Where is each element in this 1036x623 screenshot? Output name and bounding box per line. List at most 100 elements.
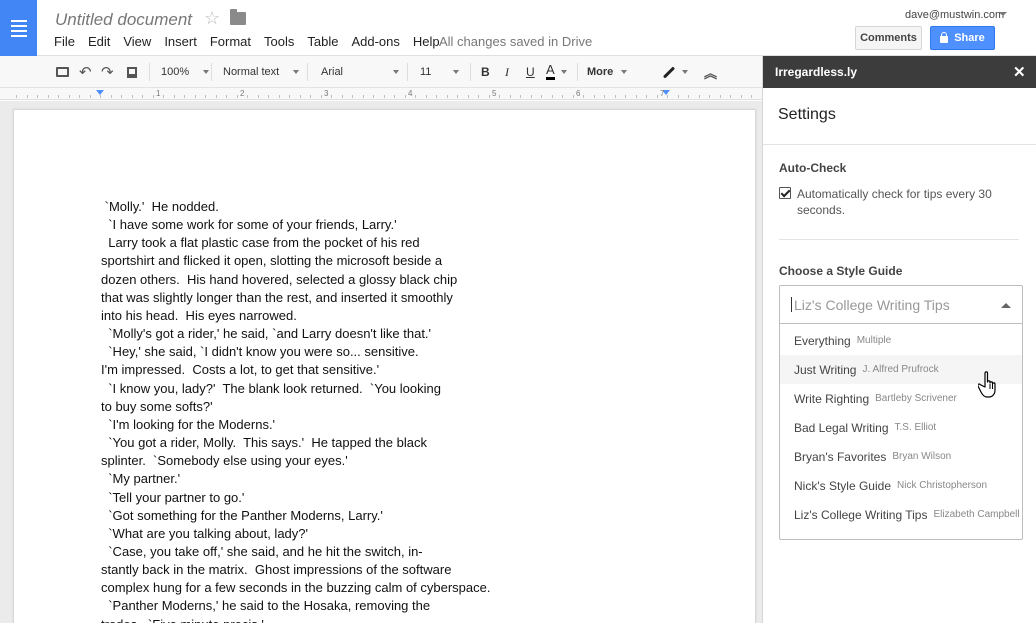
document-line[interactable]: complex hung for a few seconds in the bu…	[101, 579, 491, 597]
document-line[interactable]: splinter. `Somebody else using your eyes…	[101, 452, 491, 470]
collapse-toolbar-button[interactable]: ︽	[704, 56, 717, 88]
ruler[interactable]: 1 2 3 4 5 6 7	[0, 88, 762, 100]
ruler-number: 2	[240, 89, 245, 98]
paint-format-button[interactable]	[127, 56, 137, 88]
style-guide-select[interactable]: Liz's College Writing Tips	[779, 285, 1023, 323]
document-canvas[interactable]: `Molly.' He nodded. `I have some work fo…	[0, 101, 762, 623]
ruler-tick	[426, 95, 427, 98]
zoom-select[interactable]: 100%	[161, 56, 210, 88]
document-line[interactable]: that was slightly longer than the rest, …	[101, 289, 491, 307]
document-line[interactable]: `I have some work for some of your frien…	[101, 216, 491, 234]
style-guide-option-bryans-favorites[interactable]: Bryan's Favorites Bryan Wilson	[780, 442, 1022, 471]
document-line[interactable]: `You got a rider, Molly. This says.' He …	[101, 434, 491, 452]
ruler-tick	[667, 95, 668, 98]
chevron-down-icon[interactable]	[999, 12, 1007, 16]
pen-icon	[662, 65, 676, 79]
option-author: Elizabeth Campbell	[933, 509, 1020, 520]
redo-button[interactable]: ↷	[101, 56, 114, 88]
document-line[interactable]: sportshirt and flicked it open, slotting…	[101, 252, 491, 270]
document-line[interactable]: `Molly.' He nodded.	[101, 198, 491, 216]
editing-mode-button[interactable]	[662, 56, 688, 88]
redo-icon: ↷	[101, 64, 114, 81]
menu-edit[interactable]: Edit	[88, 34, 110, 49]
document-line[interactable]: `I'm looking for the Moderns.'	[101, 416, 491, 434]
more-button[interactable]: More	[587, 56, 628, 88]
document-line[interactable]: Larry took a flat plastic case from the …	[101, 234, 491, 252]
document-line[interactable]: `Hey,' she said, `I didn't know you were…	[101, 343, 491, 361]
undo-button[interactable]: ↶	[79, 56, 92, 88]
ruler-tick	[163, 95, 164, 98]
document-line[interactable]: I'm impressed. Costs a lot, to get that …	[101, 361, 491, 379]
font-size-value: 11	[420, 66, 432, 78]
text-color-button[interactable]: A	[546, 56, 567, 88]
ruler-tick	[646, 95, 647, 98]
document-body[interactable]: `Molly.' He nodded. `I have some work fo…	[101, 198, 491, 623]
share-button[interactable]: Share	[930, 26, 995, 50]
document-line[interactable]: trodes. `Five minute precis.'	[101, 616, 491, 623]
ruler-tick	[384, 95, 385, 98]
document-title[interactable]: Untitled document	[55, 10, 192, 30]
ruler-tick	[48, 95, 49, 98]
document-line[interactable]: to buy some softs?'	[101, 398, 491, 416]
ruler-tick	[720, 95, 721, 98]
autocheck-description[interactable]: Automatically check for tips every 30 se…	[797, 186, 997, 218]
toolbar-divider	[407, 63, 408, 81]
comments-button[interactable]: Comments	[855, 26, 922, 50]
option-name: Just Writing	[794, 362, 857, 377]
print-button[interactable]	[56, 56, 69, 88]
style-guide-option-everything[interactable]: Everything Multiple	[780, 326, 1022, 355]
user-email[interactable]: dave@mustwin.com	[905, 9, 1004, 21]
style-guide-option-nicks-style-guide[interactable]: Nick's Style Guide Nick Christopherson	[780, 471, 1022, 500]
close-icon[interactable]: ✕	[1013, 63, 1026, 81]
docs-logo-icon[interactable]	[0, 0, 37, 56]
bold-button[interactable]: B	[481, 56, 490, 88]
ruler-tick	[594, 95, 595, 98]
option-name: Bad Legal Writing	[794, 420, 889, 435]
option-author: Bartleby Scrivener	[875, 393, 957, 404]
hand-pointer-icon	[978, 371, 996, 398]
style-guide-option-bad-legal-writing[interactable]: Bad Legal Writing T.S. Elliot	[780, 413, 1022, 442]
menu-tools[interactable]: Tools	[264, 34, 294, 49]
ruler-tick	[625, 95, 626, 98]
menu-help[interactable]: Help	[413, 34, 440, 49]
menu-format[interactable]: Format	[210, 34, 251, 49]
option-name: Nick's Style Guide	[794, 478, 891, 493]
document-line[interactable]: into his head. His eyes narrowed.	[101, 307, 491, 325]
document-line[interactable]: `Got something for the Panther Moderns, …	[101, 507, 491, 525]
document-page[interactable]: `Molly.' He nodded. `I have some work fo…	[13, 109, 756, 623]
menu-file[interactable]: File	[54, 34, 75, 49]
document-line[interactable]: `What are you talking about, lady?'	[101, 525, 491, 543]
star-icon[interactable]: ☆	[204, 8, 220, 29]
document-line[interactable]: stantly back in the matrix. Ghost impres…	[101, 561, 491, 579]
underline-button[interactable]: U	[526, 56, 535, 88]
menu-insert[interactable]: Insert	[164, 34, 197, 49]
style-guide-option-lizs-college-writing-tips[interactable]: Liz's College Writing Tips Elizabeth Cam…	[780, 500, 1022, 529]
document-line[interactable]: `I know you, lady?' The blank look retur…	[101, 380, 491, 398]
document-line[interactable]: `Panther Moderns,' he said to the Hosaka…	[101, 597, 491, 615]
text-cursor	[791, 297, 792, 312]
italic-button[interactable]: I	[505, 56, 509, 88]
folder-icon[interactable]	[230, 9, 246, 25]
toolbar-divider	[470, 63, 471, 81]
menu-table[interactable]: Table	[307, 34, 338, 49]
document-line[interactable]: `My partner.'	[101, 470, 491, 488]
autocheck-checkbox[interactable]	[779, 187, 791, 199]
menu-addons[interactable]: Add-ons	[351, 34, 399, 49]
ruler-tick	[688, 95, 689, 98]
ruler-tick	[457, 95, 458, 98]
chevron-up-icon[interactable]	[1001, 303, 1011, 308]
option-name: Everything	[794, 333, 851, 348]
ruler-tick	[573, 95, 574, 98]
document-line[interactable]: dozen others. His hand hovered, selected…	[101, 271, 491, 289]
document-line[interactable]: `Tell your partner to go.'	[101, 489, 491, 507]
style-guide-dropdown: Everything Multiple Just Writing J. Alfr…	[779, 323, 1023, 540]
font-select[interactable]: Arial	[321, 56, 400, 88]
ruler-tick	[562, 95, 563, 98]
document-line[interactable]: `Case, you take off,' she said, and he h…	[101, 543, 491, 561]
font-size-select[interactable]: 11	[420, 56, 460, 88]
option-author: Bryan Wilson	[892, 451, 952, 462]
style-select[interactable]: Normal text	[223, 56, 300, 88]
menu-view[interactable]: View	[123, 34, 151, 49]
sidebar-title: Irregardless.ly	[775, 65, 858, 79]
document-line[interactable]: `Molly's got a rider,' he said, `and Lar…	[101, 325, 491, 343]
